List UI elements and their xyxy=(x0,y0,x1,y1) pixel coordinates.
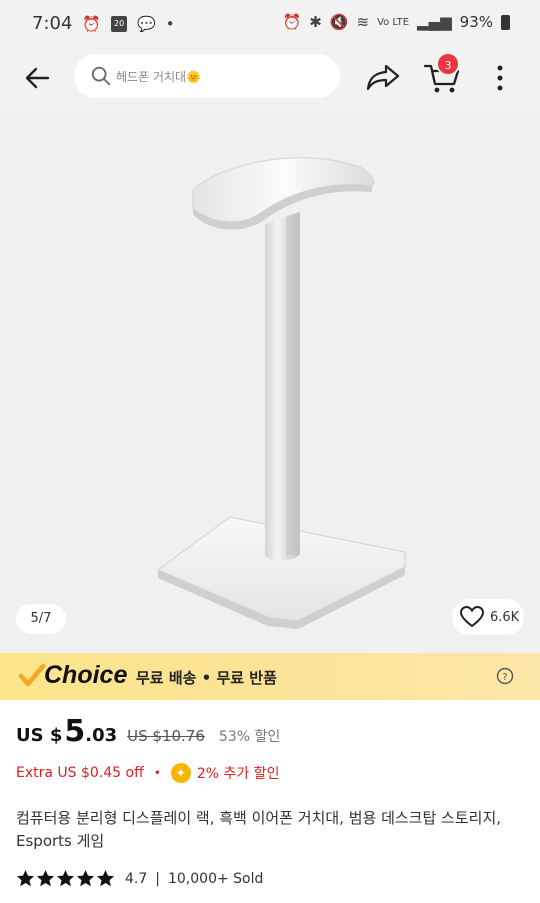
signal-icon: ▂▄▆ xyxy=(417,13,452,31)
wishlist-button[interactable]: 6.6K xyxy=(452,599,524,635)
discount-percent: 53% 할인 xyxy=(218,729,281,745)
status-left: 7:04 ⏰ 20 💬 • xyxy=(32,13,175,34)
back-arrow-icon[interactable] xyxy=(20,60,56,96)
battery-icon xyxy=(501,14,510,30)
checkmark-icon xyxy=(18,663,46,686)
coin-icon: ✦ xyxy=(170,763,191,783)
extra-discount-row[interactable]: Extra US $0.45 off • ✦ 2% 추가 할인 xyxy=(16,763,279,783)
more-options-icon[interactable] xyxy=(488,60,512,96)
product-title: 컴퓨터용 분리형 디스플레이 랙, 흑백 이어폰 거치대, 범용 데스크탑 스토… xyxy=(16,809,502,850)
share-icon[interactable] xyxy=(364,60,402,94)
notification-dot-icon: • xyxy=(165,14,175,33)
alarm-status-icon: ⏰ xyxy=(282,13,302,31)
rating-row[interactable]: 4.7 | 10,000+ Sold xyxy=(16,869,263,888)
bluetooth-icon: ✱ xyxy=(309,13,322,31)
star-icon xyxy=(16,869,35,887)
search-bar[interactable]: 헤드폰 거치대🌞 xyxy=(74,54,340,98)
price-row: US $ 5 .03 US $10.76 53% 할인 xyxy=(16,714,280,749)
cart-count-badge: 3 xyxy=(436,52,460,76)
original-price: US $10.76 xyxy=(127,727,205,745)
status-bar: 7:04 ⏰ 20 💬 • ⏰ ✱ 🔇 ≋ Vo LTE ▂▄▆ 93% xyxy=(0,0,540,46)
product-image-headphone-stand xyxy=(156,157,406,629)
svg-text:?: ? xyxy=(502,672,507,683)
star-icon xyxy=(36,869,55,887)
heart-icon xyxy=(460,606,484,628)
star-icon xyxy=(56,869,75,887)
choice-logo: Choice xyxy=(18,661,127,690)
bonus-discount-label: 2% 추가 할인 xyxy=(196,766,280,782)
image-index: 5/7 xyxy=(16,604,66,634)
separator-dot: • xyxy=(153,766,161,780)
price-decimal: .03 xyxy=(85,725,118,746)
choice-benefits: 무료 배송 • 무료 반품 xyxy=(136,669,277,687)
likes-count: 6.6K xyxy=(490,609,520,625)
rating-score: 4.7 xyxy=(125,870,148,887)
search-placeholder: 헤드폰 거치대🌞 xyxy=(116,69,201,84)
battery-text: 93% xyxy=(459,13,493,31)
sold-count: 10,000+ Sold xyxy=(167,870,264,887)
mute-icon: 🔇 xyxy=(329,13,349,31)
star-icon xyxy=(96,869,115,887)
wifi-icon: ≋ xyxy=(356,13,370,31)
price-integer: 5 xyxy=(64,714,86,749)
rating-stars xyxy=(16,869,115,888)
choice-logo-text: Choice xyxy=(44,661,128,689)
status-time: 7:04 xyxy=(32,13,73,34)
status-right: ⏰ ✱ 🔇 ≋ Vo LTE ▂▄▆ 93% xyxy=(283,13,510,31)
rating-separator: | xyxy=(155,870,160,887)
product-image-gallery[interactable]: 5/7 6.6K xyxy=(0,112,540,653)
help-icon[interactable]: ? xyxy=(496,667,514,685)
extra-off-label: Extra US $0.45 off xyxy=(16,765,144,781)
search-icon xyxy=(91,66,111,86)
chat-bubble-icon: 💬 xyxy=(137,14,156,33)
alarm-icon: ⏰ xyxy=(82,14,102,33)
star-icon xyxy=(76,869,95,887)
price-currency: US $ xyxy=(16,725,63,746)
calendar-icon: 20 xyxy=(111,15,128,32)
lte-label: Vo LTE xyxy=(377,16,410,28)
top-navigation-bar: 헤드폰 거치대🌞 3 xyxy=(0,46,540,112)
choice-banner[interactable]: Choice 무료 배송 • 무료 반품 ? xyxy=(0,653,540,700)
